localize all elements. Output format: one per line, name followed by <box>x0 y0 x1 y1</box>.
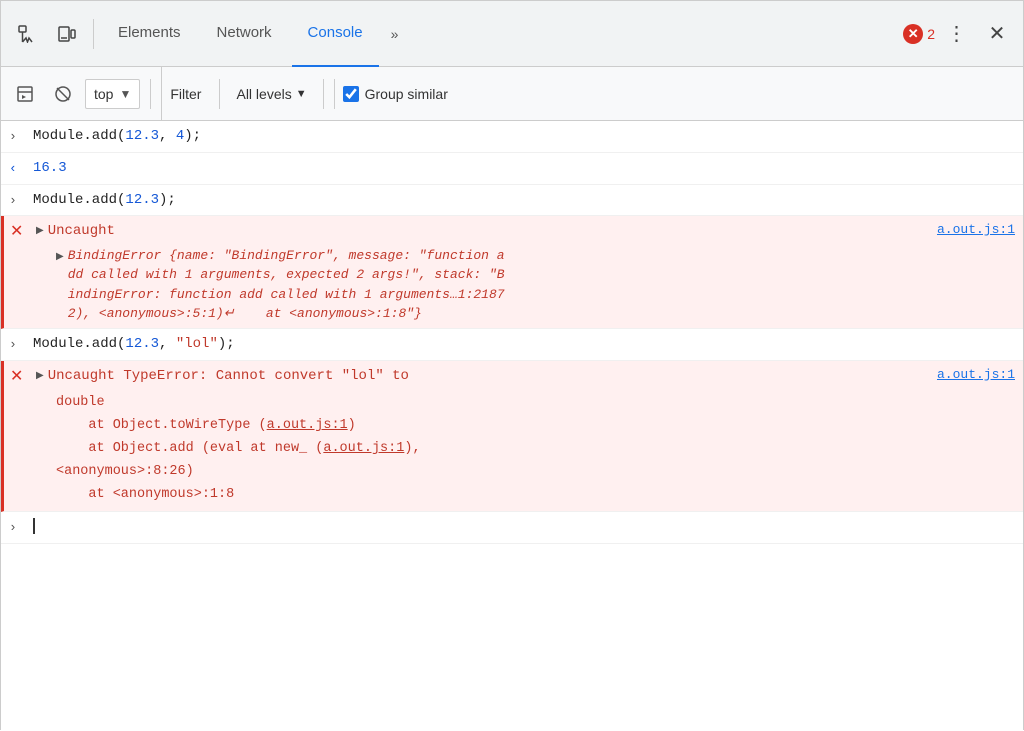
expand-typeerror-arrow[interactable] <box>36 368 44 386</box>
toolbar-vsep <box>150 79 151 109</box>
filter-label: Filter <box>161 67 209 120</box>
console-input-row[interactable]: › <box>1 512 1023 544</box>
row-source[interactable]: a.out.js:1 <box>929 220 1015 241</box>
row-content: Module.add(12.3); <box>33 189 1015 211</box>
device-toolbar-button[interactable] <box>49 16 85 52</box>
row-prefix: › <box>9 189 33 212</box>
row-prefix: › <box>9 125 33 148</box>
error-badge: ✕ 2 <box>903 24 935 44</box>
console-toolbar: top ▼ Filter All levels ▼ Group similar <box>1 67 1023 121</box>
devtools-toolbar: Elements Network Console » ✕ 2 ⋮ ✕ <box>1 1 1023 67</box>
source-link[interactable]: a.out.js:1 <box>267 418 348 433</box>
close-devtools-button[interactable]: ✕ <box>979 16 1015 52</box>
source-link2[interactable]: a.out.js:1 <box>323 441 404 456</box>
devtools-menu-button[interactable]: ⋮ <box>939 16 975 52</box>
row-content: 16.3 <box>33 157 1015 179</box>
toolbar-vsep3 <box>323 79 324 109</box>
context-selector[interactable]: top ▼ <box>85 79 140 109</box>
levels-dropdown-arrow: ▼ <box>296 88 307 100</box>
inspect-element-button[interactable] <box>9 16 45 52</box>
row-content: Module.add(12.3, "lol"); <box>33 333 1015 355</box>
row-content: Module.add(12.3, 4); <box>33 125 1015 147</box>
error-icon2: ✕ <box>10 365 23 391</box>
tab-console[interactable]: Console <box>292 1 379 67</box>
row-content: Uncaught TypeError: Cannot convert "lol"… <box>48 365 929 387</box>
console-row: ‹ 16.3 <box>1 153 1023 185</box>
toolbar-separator <box>93 19 94 49</box>
row-prefix: ‹ <box>9 157 33 180</box>
row-content: Uncaught <box>48 220 929 242</box>
row-prefix: › <box>9 516 33 539</box>
log-levels-selector[interactable]: All levels ▼ <box>230 79 312 109</box>
toolbar-vsep2 <box>219 79 220 109</box>
row-source2[interactable]: a.out.js:1 <box>929 365 1015 386</box>
console-row: › Module.add(12.3); <box>1 185 1023 217</box>
tab-network[interactable]: Network <box>201 1 288 67</box>
console-output: › Module.add(12.3, 4); ‹ 16.3 › Module.a… <box>1 121 1023 731</box>
console-row-error: ✕ Uncaught a.out.js:1 BindingError {name… <box>1 216 1023 329</box>
typeerror-detail: double at Object.toWireType (a.out.js:1)… <box>8 392 1015 507</box>
console-input[interactable] <box>33 516 1015 538</box>
cursor <box>33 518 35 534</box>
group-similar-option: Group similar <box>334 79 448 109</box>
context-dropdown-arrow: ▼ <box>119 87 131 101</box>
error-icon: ✕ <box>903 24 923 44</box>
row-prefix: › <box>9 333 33 356</box>
error-detail: BindingError {name: "BindingError", mess… <box>8 246 1015 324</box>
expand-error-arrow[interactable] <box>36 223 44 241</box>
more-tabs-button[interactable]: » <box>383 16 407 52</box>
console-row: › Module.add(12.3, 4); <box>1 121 1023 153</box>
error-icon: ✕ <box>10 220 23 246</box>
tab-elements[interactable]: Elements <box>102 1 197 67</box>
clear-console-button[interactable] <box>47 78 79 110</box>
group-similar-checkbox[interactable] <box>343 86 359 102</box>
console-row: › Module.add(12.3, "lol"); <box>1 329 1023 361</box>
console-row-error2: ✕ Uncaught TypeError: Cannot convert "lo… <box>1 361 1023 512</box>
expand-console-button[interactable] <box>9 78 41 110</box>
expand-error-detail-arrow[interactable] <box>56 249 64 267</box>
